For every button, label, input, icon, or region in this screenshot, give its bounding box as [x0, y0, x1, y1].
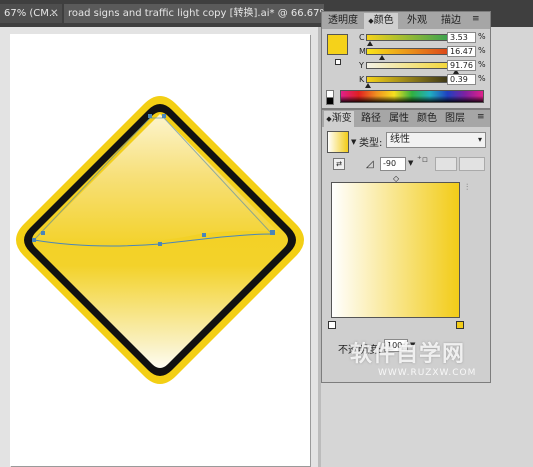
close-icon[interactable]: ✕	[50, 8, 58, 19]
black-value-field[interactable]: 0.39	[447, 74, 476, 85]
watermark-url: WWW.RUZXW.COM	[378, 368, 477, 378]
gradient-type-value: 线性	[390, 134, 410, 145]
angle-field[interactable]: -90	[380, 157, 406, 171]
black-label: K	[359, 75, 365, 84]
aspect-ratio-field[interactable]	[435, 157, 457, 171]
anchor-point	[158, 242, 162, 246]
aspect-ratio-dropdown[interactable]	[459, 157, 485, 171]
tab-gradient-label: 渐变	[331, 113, 352, 124]
anchor-point	[41, 231, 45, 235]
aspect-ratio-icon: ⁺▫	[417, 155, 428, 165]
tab-color-2[interactable]: 颜色	[414, 111, 440, 127]
tab-gradient[interactable]: ◆渐变	[324, 111, 354, 127]
tab-transparency[interactable]: 透明度	[324, 13, 362, 29]
tab-color-label: 颜色	[373, 15, 394, 26]
gradient-preview-swatch[interactable]	[327, 131, 349, 153]
tab-pathfinder[interactable]: 路径	[358, 111, 384, 127]
anchor-point	[148, 114, 152, 118]
black-thumb[interactable]	[365, 83, 371, 88]
black-swatch[interactable]	[326, 97, 334, 105]
anchor-point	[202, 233, 206, 237]
color-panel: 透明度 ◆颜色 外观 描边 ≡ C M Y K 3.53 % 16.47 % 9…	[321, 11, 491, 109]
gradient-annotator-box[interactable]	[331, 182, 460, 318]
magenta-label: M	[359, 47, 366, 56]
gradient-stop-start[interactable]	[328, 321, 336, 329]
delete-stop-icon[interactable]: ⫶	[466, 183, 468, 193]
tab-appearance[interactable]: 外观	[402, 13, 432, 29]
reverse-gradient-icon[interactable]: ⇄	[333, 158, 345, 170]
document-tab-2-label: road signs and traffic light copy [转换].a…	[68, 8, 324, 19]
type-label: 类型:	[359, 138, 383, 149]
gradient-panel-tabs: ◆渐变 路径 属性 颜色 图层 ≡	[322, 110, 490, 127]
gradient-stop-end[interactable]	[456, 321, 464, 329]
tab-attributes[interactable]: 属性	[386, 111, 412, 127]
tab-color[interactable]: ◆颜色	[364, 13, 398, 29]
cyan-label: C	[359, 33, 365, 42]
angle-dropdown-icon[interactable]: ▼	[408, 159, 413, 167]
anchor-point	[270, 230, 275, 235]
chevron-down-icon: ▾	[477, 135, 482, 144]
road-sign-artwork[interactable]	[10, 90, 310, 400]
anchor-point	[32, 238, 36, 242]
gradient-type-select[interactable]: 线性 ▾	[386, 132, 486, 148]
magenta-value-field[interactable]: 16.47	[447, 46, 476, 57]
document-tab-2[interactable]: road signs and traffic light copy [转换].a…	[64, 4, 324, 23]
tab-layers[interactable]: 图层	[442, 111, 468, 127]
watermark-text: 软件自学网	[350, 342, 466, 367]
cyan-unit: %	[478, 32, 486, 41]
cyan-value-field[interactable]: 3.53	[447, 32, 476, 43]
panel-menu-icon[interactable]: ≡	[472, 14, 480, 24]
magenta-unit: %	[478, 46, 486, 55]
anchor-point	[162, 114, 166, 118]
yellow-label: Y	[359, 61, 364, 70]
color-spectrum[interactable]	[340, 90, 484, 103]
color-panel-tabs: 透明度 ◆颜色 外观 描边 ≡	[322, 12, 490, 29]
gradient-preset-arrow-icon[interactable]: ▼	[351, 138, 356, 146]
yellow-unit: %	[478, 60, 486, 69]
yellow-value-field[interactable]: 91.76	[447, 60, 476, 71]
angle-icon: ◿	[366, 159, 374, 170]
black-unit: %	[478, 74, 486, 83]
panel-menu-icon[interactable]: ≡	[477, 112, 485, 122]
tab-stroke[interactable]: 描边	[436, 13, 466, 29]
